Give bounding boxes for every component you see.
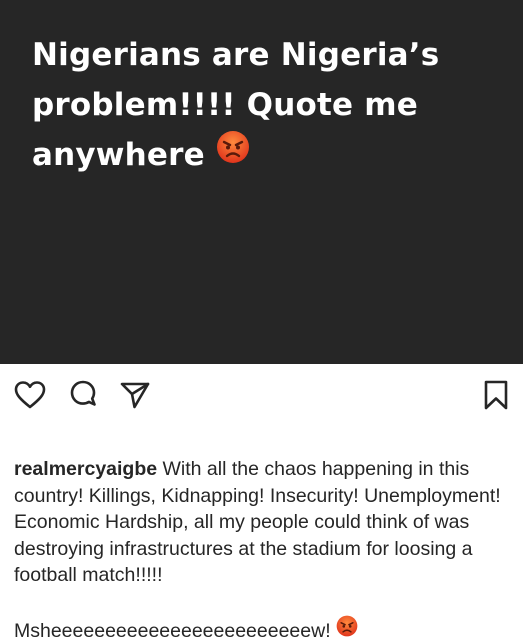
share-button[interactable] <box>118 380 152 414</box>
caption-username[interactable]: realmercyaigbe <box>14 458 157 480</box>
heart-icon <box>14 380 46 415</box>
like-button[interactable] <box>13 380 47 414</box>
caption-second-line: Msheeeeeeeeeeeeeeeeeeeeeeeew! <box>14 615 358 644</box>
comment-button[interactable] <box>66 380 100 414</box>
share-icon <box>119 379 151 416</box>
post-image[interactable]: Nigerians are Nigeria’s problem!!!! Quot… <box>0 0 523 364</box>
bookmark-icon <box>482 379 510 416</box>
angry-face-emoji-icon <box>336 615 358 644</box>
post-image-text: Nigerians are Nigeria’s problem!!!! Quot… <box>32 30 502 180</box>
post-caption: realmercyaigbe With all the chaos happen… <box>14 456 514 589</box>
post-actions-bar <box>0 364 523 428</box>
caption-exclamation: Msheeeeeeeeeeeeeeeeeeeeeeeew! <box>14 620 331 642</box>
save-button[interactable] <box>479 380 513 414</box>
angry-face-emoji-icon <box>216 129 250 179</box>
comment-icon <box>67 379 99 416</box>
